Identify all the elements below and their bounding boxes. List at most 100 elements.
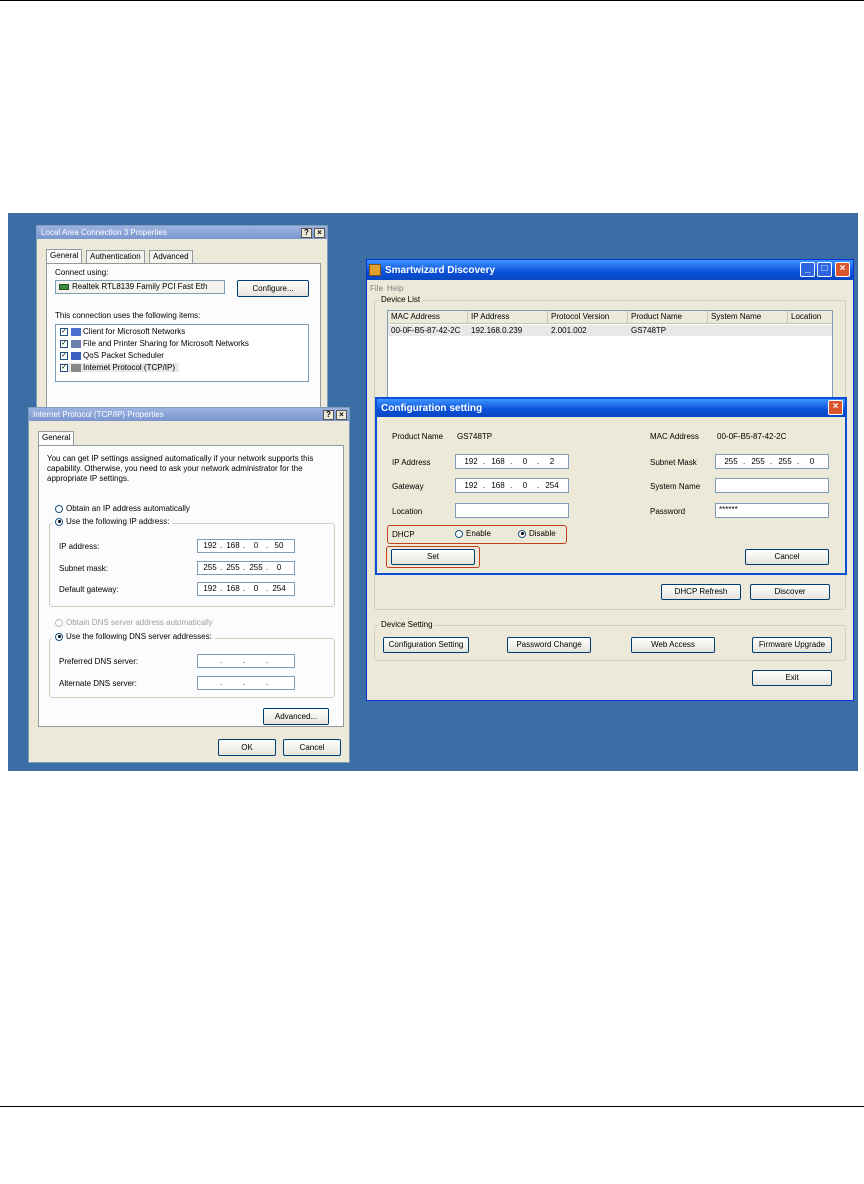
help-button[interactable]: ? xyxy=(301,228,312,238)
column-header[interactable]: IP Address xyxy=(468,311,548,324)
dhcp-enable-option[interactable]: Enable xyxy=(455,529,491,538)
ip-dot: . xyxy=(483,481,486,490)
subnet-mask-field[interactable]: 255. 255. 255. 0 xyxy=(715,454,829,469)
ip-dot: . xyxy=(220,656,223,665)
list-item[interactable]: ✓ File and Printer Sharing for Microsoft … xyxy=(60,339,249,348)
radio-off[interactable] xyxy=(455,529,463,538)
dhcp-refresh-button[interactable]: DHCP Refresh xyxy=(661,584,741,600)
cancel-button[interactable]: Cancel xyxy=(745,549,829,565)
checkbox-checked[interactable]: ✓ xyxy=(60,351,68,360)
connect-using-label: Connect using: xyxy=(55,268,109,277)
tcpip-properties-window: Internet Protocol (TCP/IP) Properties ? … xyxy=(28,407,350,763)
menu-help[interactable]: Help xyxy=(387,284,403,293)
password-change-button[interactable]: Password Change xyxy=(507,637,591,653)
checkbox-checked[interactable]: ✓ xyxy=(60,339,68,348)
default-gateway-field[interactable]: 192. 168. 0. 254 xyxy=(197,582,295,596)
password-label: Password xyxy=(650,507,686,516)
ip-address-field[interactable]: 192. 168. 0. 50 xyxy=(197,539,295,553)
radio-on[interactable] xyxy=(55,632,63,641)
system-name-field[interactable] xyxy=(715,478,829,493)
ip-octet: 255 xyxy=(226,563,240,572)
lan-title: Local Area Connection 3 Properties xyxy=(41,228,167,237)
tab-general[interactable]: General xyxy=(46,249,83,263)
configuration-setting-button[interactable]: Configuration Setting xyxy=(383,637,469,653)
dhcp-disable-option[interactable]: Disable xyxy=(518,529,556,538)
ip-octet: 192 xyxy=(464,481,478,490)
list-item-selected[interactable]: ✓ Internet Protocol (TCP/IP) xyxy=(60,363,180,372)
tab-advanced[interactable]: Advanced xyxy=(149,250,193,263)
config-title: Configuration setting xyxy=(381,402,483,414)
list-item[interactable]: ✓ QoS Packet Scheduler xyxy=(60,351,164,360)
ip-octet: 168 xyxy=(226,541,240,550)
column-header[interactable]: MAC Address xyxy=(388,311,468,324)
ip-octet: 0 xyxy=(253,584,259,593)
menu-file[interactable]: File xyxy=(370,284,383,293)
use-following-dns-option[interactable]: Use the following DNS server addresses: xyxy=(52,632,215,641)
smartwizard-titlebar: Smartwizard Discovery xyxy=(367,260,853,280)
product-name-value: GS748TP xyxy=(457,432,493,441)
tab-general[interactable]: General xyxy=(38,431,75,445)
preferred-dns-field[interactable]: ... xyxy=(197,654,295,668)
web-access-button[interactable]: Web Access xyxy=(631,637,715,653)
set-button[interactable]: Set xyxy=(391,549,475,565)
components-list: ✓ Client for Microsoft Networks ✓ File and… xyxy=(55,324,309,382)
obtain-ip-auto-label: Obtain an IP address automatically xyxy=(66,504,190,513)
list-item-label: QoS Packet Scheduler xyxy=(83,351,164,360)
ip-octet: 254 xyxy=(545,481,559,490)
exit-button[interactable]: Exit xyxy=(752,670,832,686)
close-button[interactable]: × xyxy=(314,228,325,238)
close-button[interactable]: × xyxy=(336,410,347,420)
checkbox-checked[interactable]: ✓ xyxy=(60,363,68,372)
ip-dot: . xyxy=(243,584,246,593)
close-button[interactable]: × xyxy=(828,400,843,415)
password-field[interactable]: ****** xyxy=(715,503,829,518)
ip-dot: . xyxy=(266,656,269,665)
ok-button[interactable]: OK xyxy=(218,739,276,756)
tab-authentication[interactable]: Authentication xyxy=(86,250,145,263)
ip-octet: 168 xyxy=(491,481,505,490)
close-button[interactable]: × xyxy=(835,262,850,277)
printer-sharing-icon xyxy=(71,339,81,348)
ip-octet: 255 xyxy=(203,563,217,572)
column-header[interactable]: Protocol Version xyxy=(548,311,628,324)
firmware-upgrade-button[interactable]: Firmware Upgrade xyxy=(752,637,832,653)
device-setting-label: Device Setting xyxy=(379,620,435,629)
list-item[interactable]: ✓ Client for Microsoft Networks xyxy=(60,327,185,336)
cancel-button[interactable]: Cancel xyxy=(283,739,341,756)
list-item-label: Client for Microsoft Networks xyxy=(83,327,186,336)
help-button[interactable]: ? xyxy=(323,410,334,420)
alternate-dns-field[interactable]: ... xyxy=(197,676,295,690)
alternate-dns-label: Alternate DNS server: xyxy=(59,679,137,688)
ip-octet: 0 xyxy=(522,457,528,466)
gateway-field[interactable]: 192. 168. 0. 254 xyxy=(455,478,569,493)
ip-address-field[interactable]: 192. 168. 0. 2 xyxy=(455,454,569,469)
configuration-setting-dialog: Configuration setting × Product Name GS7… xyxy=(375,397,847,575)
use-following-ip-option[interactable]: Use the following IP address: xyxy=(52,517,173,526)
obtain-ip-auto-option[interactable]: Obtain an IP address automatically xyxy=(55,504,190,513)
ip-dot: . xyxy=(770,457,773,466)
discover-button[interactable]: Discover xyxy=(750,584,830,600)
checkbox-checked[interactable]: ✓ xyxy=(60,327,68,336)
column-header[interactable]: System Name xyxy=(708,311,788,324)
subnet-mask-field[interactable]: 255. 255. 255. 0 xyxy=(197,561,295,575)
maximize-button[interactable]: □ xyxy=(817,262,832,277)
advanced-button[interactable]: Advanced... xyxy=(263,708,329,725)
dhcp-label: DHCP xyxy=(392,530,415,539)
subnet-mask-label: Subnet Mask xyxy=(650,458,697,467)
ip-dot: . xyxy=(243,678,246,687)
radio-on[interactable] xyxy=(518,529,526,538)
subnet-mask-label: Subnet mask: xyxy=(59,564,108,573)
column-header[interactable]: Location xyxy=(788,311,832,324)
radio-off[interactable] xyxy=(55,504,63,513)
ip-dot: . xyxy=(220,541,223,550)
minimize-button[interactable]: _ xyxy=(800,262,815,277)
radio-disabled[interactable] xyxy=(55,618,63,627)
system-name-label: System Name xyxy=(650,482,701,491)
column-header[interactable]: Product Name xyxy=(628,311,708,324)
location-field[interactable] xyxy=(455,503,569,518)
obtain-dns-auto-option[interactable]: Obtain DNS server address automatically xyxy=(55,618,213,627)
radio-on[interactable] xyxy=(55,517,63,526)
configure-button[interactable]: Configure... xyxy=(237,280,309,297)
ip-octet: 0 xyxy=(522,481,528,490)
list-item-label: Internet Protocol (TCP/IP) xyxy=(83,363,176,372)
